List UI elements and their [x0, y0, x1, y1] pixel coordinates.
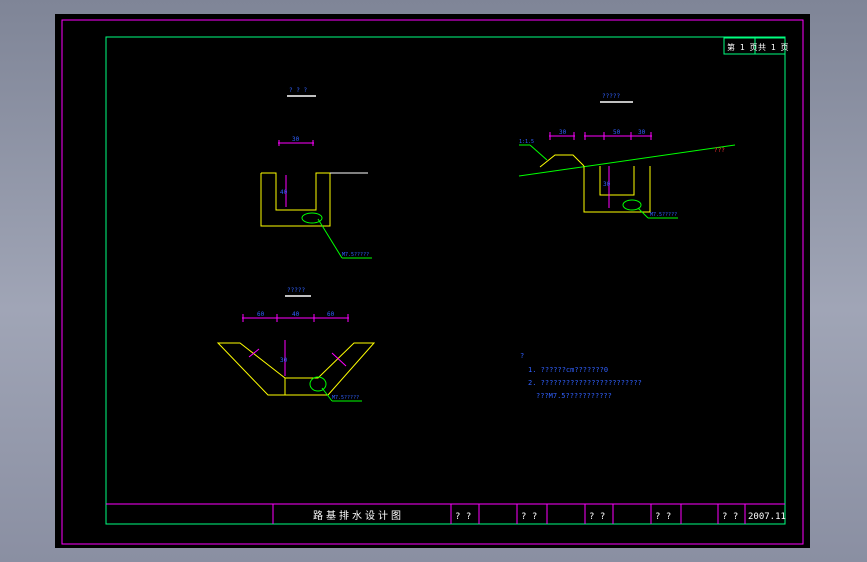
slope-dimension [248, 348, 260, 358]
callout-label: M7.5????? [650, 212, 677, 218]
drawing-title: 路基排水设计图 [313, 509, 404, 522]
sheet-page-label: 第 1 页 [727, 42, 757, 52]
callout-label: M7.5????? [332, 395, 359, 401]
title-cell: ? ? [722, 512, 738, 522]
dimension-label: 30 [559, 129, 567, 136]
callout-label: M7.5????? [342, 252, 369, 258]
lining-detail [309, 376, 327, 392]
cad-drawing: 第 1 页 共 1 页 路基排水设计图 ? ? ? ? ? ? ? ? ? ? … [61, 19, 804, 545]
dimension-label: 30 [292, 136, 300, 143]
notes-line: ???M7.5??????????? [536, 392, 612, 400]
leader-line [529, 144, 548, 161]
notes-header: ? [520, 352, 524, 360]
leader-line [637, 207, 649, 219]
dimension-label: 30 [603, 181, 611, 188]
sheet-total-label: 共 1 页 [758, 43, 788, 52]
section1-title: ? ? ? [289, 87, 307, 94]
notes-line: 2. ???????????????????????? [528, 379, 642, 387]
ditch1-outer [260, 172, 368, 227]
drawing-frame [105, 36, 786, 525]
ditch3-outer [583, 166, 651, 213]
dimension-label: 40 [280, 189, 288, 196]
outer-border [61, 19, 804, 545]
dimension-label: 30 [638, 129, 646, 136]
slope-dimension [331, 352, 347, 367]
dimension-label: 40 [292, 311, 300, 318]
section2-title: ????? [602, 93, 620, 100]
ditch2-outline [216, 342, 376, 396]
ditch1-inner [261, 172, 330, 211]
slope-label: 1:1.5 [519, 139, 534, 145]
dimension-label: 60 [257, 311, 265, 318]
notes-line: 1. ??????cm???????0 [528, 366, 608, 374]
title-cell: ? ? [589, 512, 605, 522]
section3-title: ????? [287, 287, 305, 294]
dimension-label: 50 [613, 129, 621, 136]
drawing-date: 2007.11 [748, 512, 786, 522]
natural-ground-line [518, 144, 736, 177]
berm-outline [539, 154, 585, 168]
title-cell: ? ? [455, 512, 471, 522]
title-cell: ? ? [655, 512, 671, 522]
dimension-label: 60 [327, 311, 335, 318]
dimension-label: 30 [280, 357, 288, 364]
title-cell: ? ? [521, 512, 537, 522]
grade-label: ??? [714, 147, 725, 154]
